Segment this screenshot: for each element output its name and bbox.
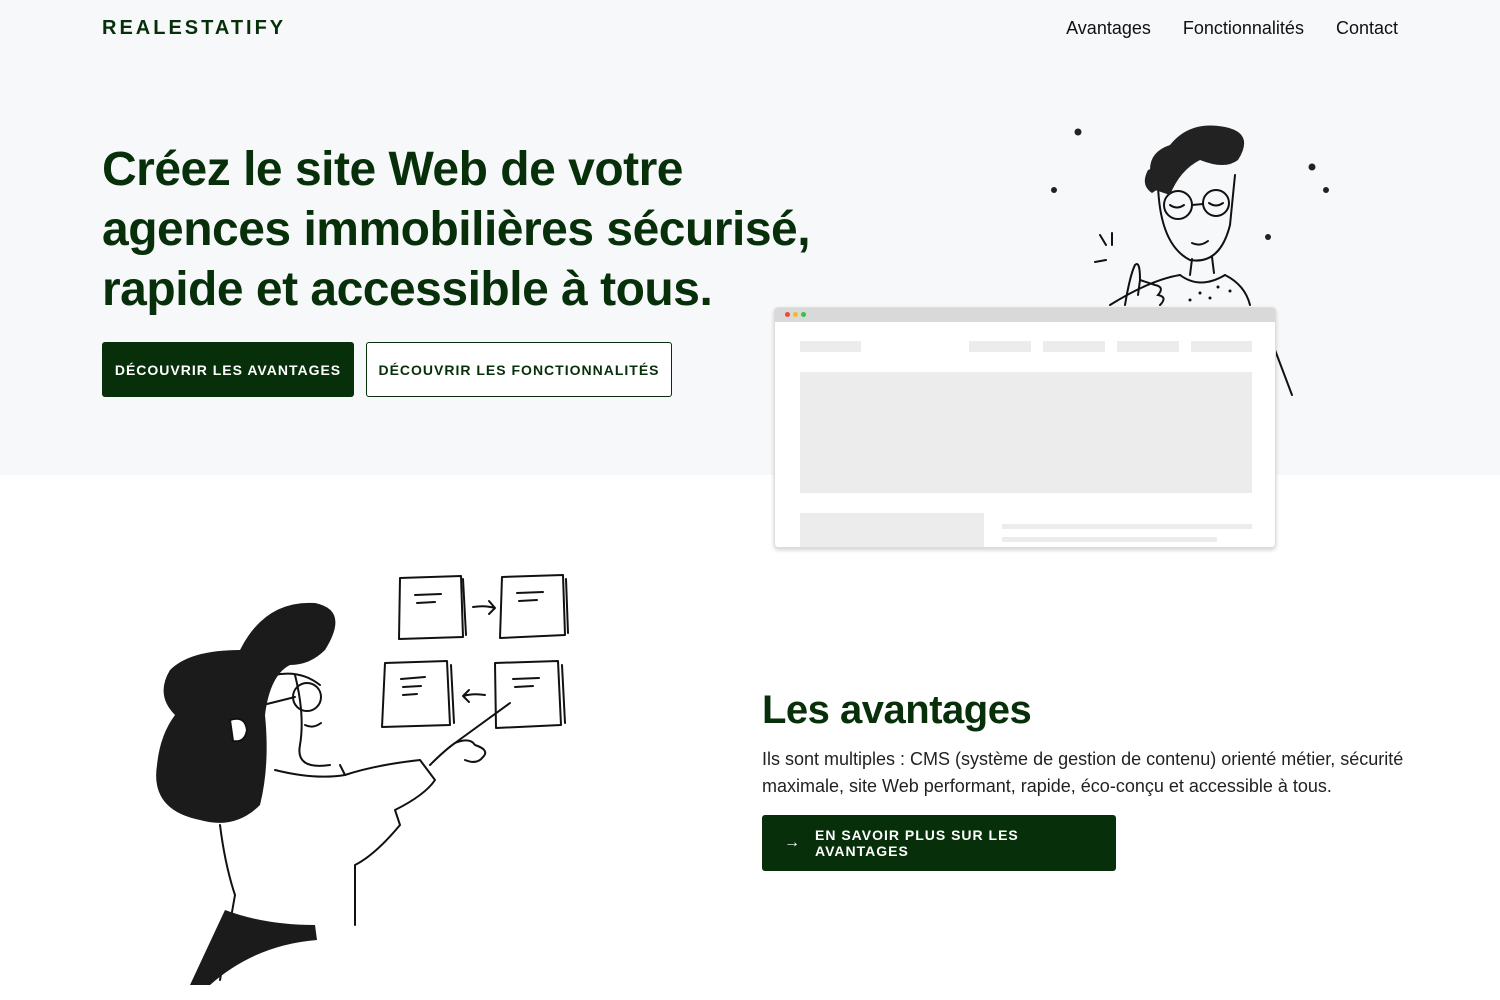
hero-title: Créez le site Web de votre agences immob… — [102, 143, 811, 316]
mock-card-placeholder — [800, 513, 984, 547]
minimize-dot-icon — [793, 312, 798, 317]
browser-title-bar — [775, 308, 1275, 322]
mock-nav-placeholder — [1191, 341, 1252, 352]
benefits-description: Ils sont multiples : CMS (système de ges… — [762, 749, 1404, 796]
woman-pointing-illustration — [156, 574, 569, 985]
arrow-right-icon: → — [784, 834, 801, 851]
learn-more-benefits-button[interactable]: → EN SAVOIR PLUS SUR LES AVANTAGES — [762, 815, 1116, 871]
brand-logo[interactable]: REALESTATIFY — [102, 17, 286, 40]
maximize-dot-icon — [801, 312, 806, 317]
mock-text-line — [1002, 524, 1252, 529]
main-nav: Avantages Fonctionnalités Contact — [1066, 18, 1398, 39]
learn-more-benefits-label: EN SAVOIR PLUS SUR LES AVANTAGES — [815, 827, 1019, 859]
discover-benefits-button[interactable]: DÉCOUVRIR LES AVANTAGES — [102, 342, 354, 397]
nav-link-fonctionnalites[interactable]: Fonctionnalités — [1183, 18, 1304, 39]
mock-logo-placeholder — [800, 341, 861, 352]
mock-nav-placeholder — [969, 341, 1031, 352]
close-dot-icon — [785, 312, 790, 317]
mock-nav-placeholder — [1117, 341, 1179, 352]
mock-text-line — [1002, 537, 1217, 542]
mock-nav-placeholder — [1043, 341, 1105, 352]
discover-features-button[interactable]: DÉCOUVRIR LES FONCTIONNALITÉS — [366, 342, 672, 397]
mock-hero-placeholder — [800, 372, 1252, 493]
nav-link-contact[interactable]: Contact — [1336, 18, 1398, 39]
browser-mockup — [774, 307, 1276, 548]
benefits-title: Les avantages — [762, 688, 1032, 732]
nav-link-avantages[interactable]: Avantages — [1066, 18, 1151, 39]
